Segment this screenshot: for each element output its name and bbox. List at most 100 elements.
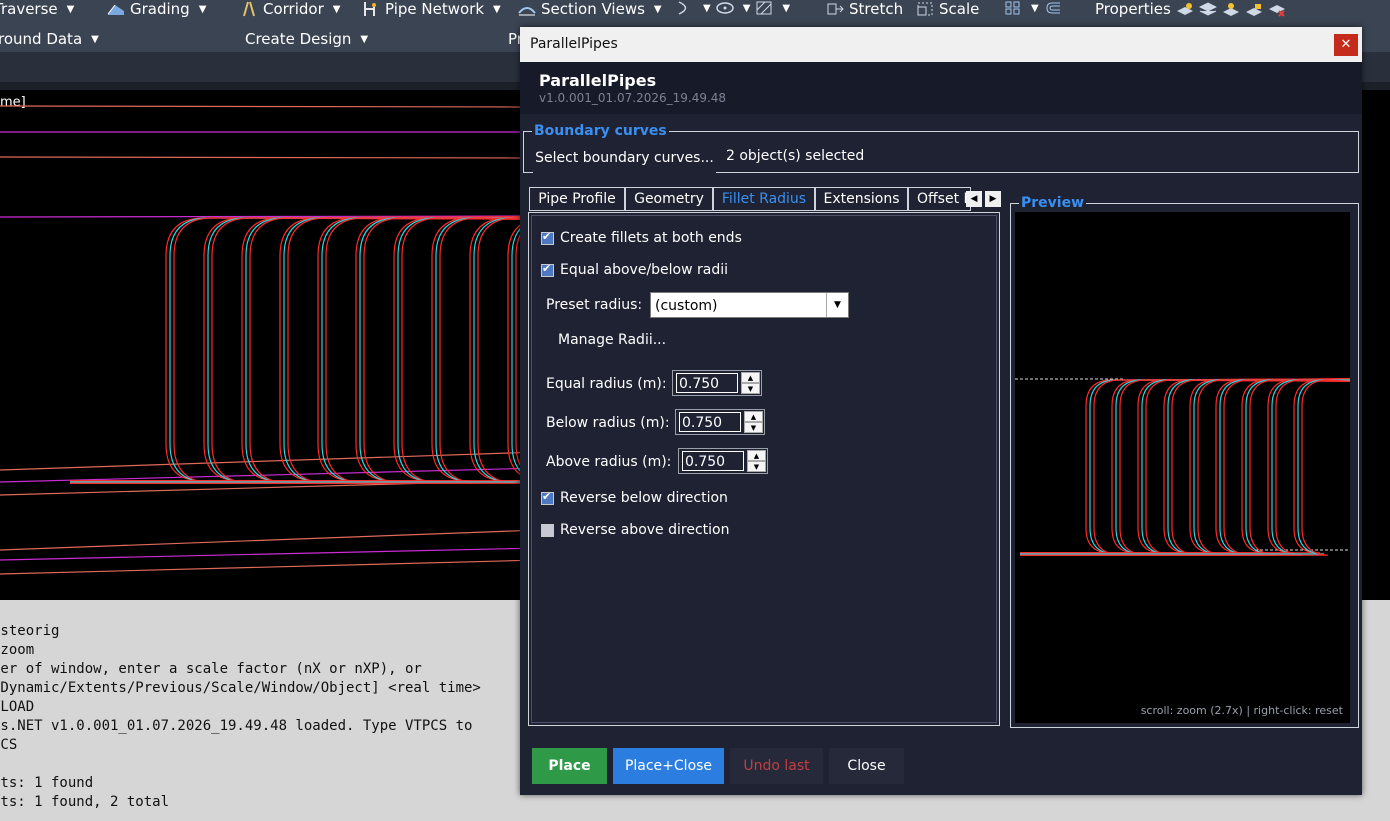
below-radius-input[interactable]: 0.750 bbox=[679, 412, 741, 432]
pipe-network-icon bbox=[364, 2, 376, 16]
command-line: asteorig bbox=[0, 623, 60, 639]
equal-above-below-checkbox[interactable]: Equal above/below radii bbox=[541, 262, 728, 278]
create-fillets-both-ends-checkbox[interactable]: Create fillets at both ends bbox=[541, 230, 742, 246]
layer-lightbulb-icon[interactable] bbox=[1176, 1, 1194, 17]
ribbon-grading-button[interactable]: Grading ▼ bbox=[107, 0, 206, 18]
close-icon[interactable]: ✕ bbox=[1334, 34, 1358, 56]
equal-above-below-label: Equal above/below radii bbox=[560, 262, 729, 278]
ribbon-section-views-label: Section Views bbox=[541, 0, 645, 18]
hatch-tool-icon[interactable] bbox=[755, 0, 773, 16]
ribbon-array-button[interactable]: ▼ bbox=[1004, 0, 1062, 16]
tab-fillet-radius[interactable]: Fillet Radius bbox=[713, 187, 815, 211]
select-boundary-curves-button[interactable]: Select boundary curves... bbox=[533, 145, 716, 175]
spin-down-icon[interactable]: ▼ bbox=[744, 422, 763, 433]
circle-tool-icon[interactable] bbox=[715, 0, 734, 16]
spin-up-icon[interactable]: ▲ bbox=[747, 450, 766, 461]
chevron-down-icon: ▼ bbox=[332, 3, 341, 15]
selection-status: 2 object(s) selected bbox=[726, 148, 865, 164]
tab-scroll-right-icon[interactable]: ▶ bbox=[985, 191, 1001, 207]
ribbon-section-views-button[interactable]: Section Views ▼ bbox=[518, 0, 662, 18]
undo-last-button[interactable]: Undo last bbox=[730, 748, 823, 784]
ribbon-pipe-network-label: Pipe Network bbox=[385, 0, 485, 18]
checkbox-unchecked-icon[interactable] bbox=[541, 523, 554, 537]
layer-lock-icon[interactable] bbox=[1245, 1, 1263, 17]
spin-down-icon[interactable]: ▼ bbox=[747, 461, 766, 472]
pipe-curve bbox=[1020, 379, 1350, 556]
above-radius-spinner[interactable]: 0.750 ▲ ▼ bbox=[678, 448, 768, 474]
equal-radius-input[interactable]: 0.750 bbox=[676, 373, 738, 393]
chevron-down-icon: ▼ bbox=[493, 3, 501, 15]
ribbon-scale-button[interactable]: Scale bbox=[916, 0, 979, 18]
preset-radius-dropdown[interactable]: (custom) ▼ bbox=[650, 292, 849, 318]
pipe-curve bbox=[1020, 379, 1350, 556]
manage-radii-button[interactable]: Manage Radii... bbox=[558, 332, 666, 348]
command-line: cts: 1 found bbox=[0, 775, 94, 791]
ribbon-ground-data-panel[interactable]: round Data ▼ bbox=[0, 30, 99, 48]
tab-strip: Pipe Profile Geometry Fillet Radius Exte… bbox=[529, 187, 1001, 211]
ribbon-properties-button[interactable]: Properties bbox=[1095, 0, 1286, 18]
reverse-above-direction-checkbox[interactable]: Reverse above direction bbox=[541, 522, 729, 538]
pipe-curve bbox=[1020, 379, 1350, 556]
dialog-title: ParallelPipes bbox=[530, 36, 618, 52]
layer-sun-icon[interactable] bbox=[1222, 1, 1240, 17]
command-line: es.NET v1.0.001_01.07.2026_19.49.48 load… bbox=[0, 718, 473, 734]
close-button[interactable]: Close bbox=[829, 748, 904, 784]
preview-drawing bbox=[1015, 378, 1350, 556]
ribbon-stretch-button[interactable]: Stretch bbox=[826, 0, 903, 18]
ribbon-create-design-label: Create Design bbox=[245, 30, 352, 48]
pipe-curve bbox=[1020, 378, 1350, 554]
checkbox-checked-icon[interactable] bbox=[541, 230, 554, 245]
place-close-button[interactable]: Place+Close bbox=[613, 748, 724, 784]
checkbox-checked-icon[interactable] bbox=[541, 262, 554, 277]
spin-up-icon[interactable]: ▲ bbox=[741, 372, 760, 383]
command-line: .zoom bbox=[0, 642, 35, 658]
drawing-line bbox=[0, 529, 541, 551]
arc-tool-icon[interactable] bbox=[676, 0, 694, 16]
pipe-curve bbox=[1020, 379, 1350, 556]
ribbon-draw-tools[interactable]: ▼ ▼ ▼ bbox=[676, 0, 790, 16]
ribbon-traverse-button[interactable]: Traverse ▼ bbox=[0, 0, 74, 18]
drawing-line bbox=[0, 156, 541, 159]
background-linework bbox=[0, 105, 541, 575]
layer-delete-icon[interactable] bbox=[1268, 1, 1286, 17]
chevron-down-icon: ▼ bbox=[653, 3, 662, 15]
checkbox-checked-icon[interactable] bbox=[541, 490, 554, 505]
chevron-down-icon[interactable]: ▼ bbox=[743, 3, 751, 14]
ribbon-stretch-label: Stretch bbox=[849, 0, 904, 18]
equal-radius-spinner[interactable]: 0.750 ▲ ▼ bbox=[672, 370, 762, 396]
tab-geometry[interactable]: Geometry bbox=[625, 187, 713, 211]
pipe-curve bbox=[1020, 378, 1350, 554]
above-radius-input[interactable]: 0.750 bbox=[682, 451, 744, 471]
chevron-down-icon[interactable]: ▼ bbox=[826, 293, 848, 317]
preview-legend: Preview bbox=[1021, 195, 1085, 211]
place-button[interactable]: Place bbox=[532, 748, 607, 784]
command-line: cts: 1 found, 2 total bbox=[0, 794, 170, 810]
preview-hint: scroll: zoom (2.7x) | right-click: reset bbox=[1140, 704, 1343, 717]
spin-up-icon[interactable]: ▲ bbox=[744, 411, 763, 422]
below-radius-spinner[interactable]: 0.750 ▲ ▼ bbox=[675, 409, 765, 435]
ribbon-pipe-network-button[interactable]: Pipe Network ▼ bbox=[362, 0, 501, 18]
pipe-curve bbox=[1020, 379, 1350, 556]
preview-canvas[interactable]: scroll: zoom (2.7x) | right-click: reset bbox=[1015, 212, 1350, 723]
tab-pipe-profile[interactable]: Pipe Profile bbox=[529, 187, 625, 211]
chevron-down-icon[interactable]: ▼ bbox=[703, 3, 711, 14]
ribbon-corridor-button[interactable]: Corridor ▼ bbox=[240, 0, 340, 18]
tab-scroll-left-icon[interactable]: ◀ bbox=[966, 191, 982, 207]
reverse-below-direction-checkbox[interactable]: Reverse below direction bbox=[541, 490, 728, 506]
ribbon-create-design-panel[interactable]: Create Design ▼ bbox=[245, 30, 368, 48]
equal-radius-label: Equal radius (m): bbox=[546, 376, 667, 392]
dialog-titlebar[interactable]: ParallelPipes ✕ bbox=[520, 27, 1362, 62]
tab-extensions[interactable]: Extensions bbox=[815, 187, 908, 211]
layer-stack-icon[interactable] bbox=[1198, 1, 1217, 17]
chevron-down-icon[interactable]: ▼ bbox=[782, 3, 790, 14]
chevron-down-icon[interactable]: ▼ bbox=[1031, 3, 1039, 14]
pipe-curve bbox=[1020, 378, 1350, 554]
ribbon-scale-label: Scale bbox=[939, 0, 980, 18]
spin-down-icon[interactable]: ▼ bbox=[741, 383, 760, 394]
parallel-pipes-drawing bbox=[70, 216, 555, 484]
offset-icon[interactable] bbox=[1044, 0, 1062, 16]
tab-offset[interactable]: Offset L bbox=[908, 187, 971, 211]
pipe-curve bbox=[1020, 379, 1350, 555]
drawing-line bbox=[0, 559, 541, 575]
app-version: v1.0.001_01.07.2026_19.49.48 bbox=[539, 91, 727, 105]
